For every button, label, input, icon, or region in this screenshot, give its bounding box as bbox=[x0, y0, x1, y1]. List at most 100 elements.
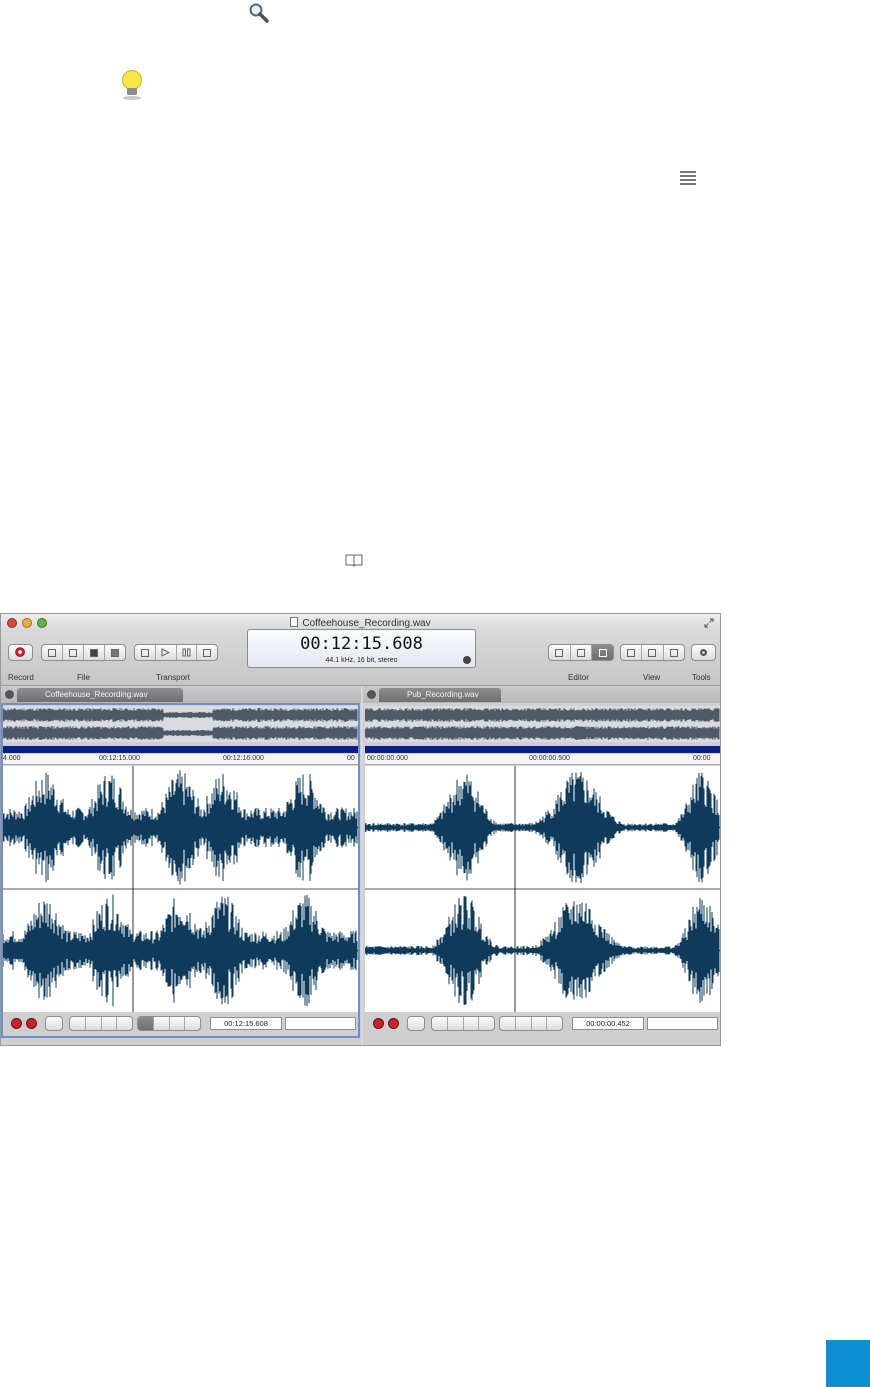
gear-icon bbox=[700, 649, 707, 656]
right-ruler-tick: 00:00 bbox=[693, 755, 711, 762]
window-title-text: Coffeehouse_Recording.wav bbox=[302, 618, 431, 629]
view-left-button[interactable] bbox=[621, 645, 643, 660]
search-icon bbox=[249, 3, 269, 23]
right-ruler-tick: 00:00:00.000 bbox=[367, 755, 408, 762]
play-icon bbox=[161, 648, 171, 657]
save-as-button[interactable] bbox=[105, 645, 125, 660]
play-selection-button[interactable] bbox=[135, 645, 156, 660]
left-overview[interactable] bbox=[3, 706, 358, 742]
left-pencil-tool[interactable] bbox=[154, 1017, 170, 1030]
right-waveform[interactable] bbox=[365, 766, 720, 1012]
play-button[interactable] bbox=[156, 645, 177, 660]
right-loop-button[interactable] bbox=[407, 1016, 425, 1031]
right-zoom-tool[interactable] bbox=[532, 1017, 548, 1030]
folder-icon bbox=[69, 648, 77, 657]
left-record-button[interactable] bbox=[26, 1018, 37, 1029]
transport-controls bbox=[134, 644, 218, 661]
left-loop-button[interactable] bbox=[45, 1016, 63, 1031]
right-pane-tools bbox=[499, 1016, 563, 1031]
stop-icon bbox=[203, 648, 212, 657]
fullscreen-icon[interactable] bbox=[704, 618, 714, 628]
left-pane-tools bbox=[137, 1016, 201, 1031]
left-extra-field[interactable] bbox=[285, 1017, 356, 1030]
right-selection-bar[interactable] bbox=[365, 746, 720, 753]
right-tab[interactable]: Pub_Recording.wav bbox=[379, 688, 501, 702]
pause-button[interactable] bbox=[177, 645, 198, 660]
left-fade-tool[interactable] bbox=[185, 1017, 200, 1030]
right-pointer-tool[interactable] bbox=[500, 1017, 516, 1030]
editor-single-button[interactable] bbox=[549, 645, 571, 660]
display-arrow-icon[interactable] bbox=[463, 656, 471, 664]
left-waveform[interactable] bbox=[3, 766, 358, 1012]
left-ruler-tick: 00:12:15.000 bbox=[99, 755, 140, 762]
left-zoom-tool[interactable] bbox=[170, 1017, 186, 1030]
right-overview[interactable] bbox=[365, 706, 720, 742]
new-file-button[interactable] bbox=[42, 645, 63, 660]
left-skip-end-button[interactable] bbox=[86, 1017, 102, 1030]
left-ruler-tick: 00 bbox=[347, 755, 355, 762]
save-icon bbox=[90, 648, 98, 657]
single-view-icon bbox=[555, 648, 564, 657]
menu-icon[interactable] bbox=[677, 168, 699, 188]
file-controls bbox=[41, 644, 126, 661]
right-fade-tool[interactable] bbox=[547, 1017, 562, 1030]
view-right-button[interactable] bbox=[664, 645, 684, 660]
stop-button[interactable] bbox=[197, 645, 217, 660]
left-ruler: 4.000 00:12:15.000 00:12:16.000 00 bbox=[3, 754, 358, 765]
view-right-icon bbox=[669, 648, 678, 657]
left-tab-close-icon[interactable] bbox=[5, 690, 14, 699]
right-stop-record-button[interactable] bbox=[373, 1018, 384, 1029]
view-bottom-button[interactable] bbox=[642, 645, 664, 660]
editor-split-button[interactable] bbox=[592, 645, 613, 660]
record-button[interactable] bbox=[8, 644, 33, 661]
format-readout: 44.1 kHz, 16 bit, stereo bbox=[325, 657, 398, 664]
left-stop-button[interactable] bbox=[102, 1017, 118, 1030]
right-skip-end-button[interactable] bbox=[448, 1017, 464, 1030]
view-left-icon bbox=[627, 648, 636, 657]
record-label: Record bbox=[8, 673, 34, 682]
left-pointer-tool[interactable] bbox=[138, 1017, 154, 1030]
view-label: View bbox=[643, 673, 661, 682]
split-view-icon bbox=[598, 648, 607, 657]
left-play-button[interactable] bbox=[117, 1017, 132, 1030]
tools-label: Tools bbox=[692, 673, 711, 682]
right-record-button[interactable] bbox=[388, 1018, 399, 1029]
right-skip-start-button[interactable] bbox=[432, 1017, 448, 1030]
left-ruler-tick: 4.000 bbox=[3, 755, 21, 762]
time-display: 00:12:15.608 44.1 kHz, 16 bit, stereo bbox=[247, 629, 476, 668]
left-skip-start-button[interactable] bbox=[70, 1017, 86, 1030]
left-position-field[interactable]: 00:12:15.608 bbox=[210, 1017, 282, 1030]
tools-button[interactable] bbox=[691, 644, 716, 661]
left-tab[interactable]: Coffeehouse_Recording.wav bbox=[17, 688, 183, 702]
left-selection-bar[interactable] bbox=[3, 746, 358, 753]
editor-stacked-button[interactable] bbox=[571, 645, 593, 660]
right-play-button[interactable] bbox=[479, 1017, 494, 1030]
right-ruler-tick: 00:00:00.500 bbox=[529, 755, 570, 762]
open-file-button[interactable] bbox=[63, 645, 84, 660]
lightbulb-icon bbox=[122, 70, 142, 100]
window-title: Coffeehouse_Recording.wav bbox=[1, 617, 720, 629]
save-as-icon bbox=[111, 648, 119, 657]
right-extra-field[interactable] bbox=[647, 1017, 718, 1030]
book-icon bbox=[345, 554, 363, 567]
view-bottom-icon bbox=[648, 648, 657, 657]
editor-label: Editor bbox=[568, 673, 589, 682]
left-stop-record-button[interactable] bbox=[11, 1018, 22, 1029]
right-pencil-tool[interactable] bbox=[516, 1017, 532, 1030]
right-pane-transport bbox=[431, 1016, 495, 1031]
left-ruler-tick: 00:12:16.000 bbox=[223, 755, 264, 762]
main-toolbar: 00:12:15.608 44.1 kHz, 16 bit, stereo Re… bbox=[1, 629, 720, 686]
right-tab-bar: Pub_Recording.wav bbox=[363, 686, 720, 703]
left-pane-transport bbox=[69, 1016, 133, 1031]
transport-label: Transport bbox=[156, 673, 190, 682]
right-position-field[interactable]: 00:00:00.452 bbox=[572, 1017, 644, 1030]
right-tab-close-icon[interactable] bbox=[367, 690, 376, 699]
right-pane-toolbar: 00:00:00.452 bbox=[365, 1016, 720, 1032]
editor-controls bbox=[548, 644, 614, 661]
right-stop-button[interactable] bbox=[464, 1017, 480, 1030]
right-editor-pane: Pub_Recording.wav 00:00:00.000 00:00:00.… bbox=[363, 686, 720, 1045]
save-button[interactable] bbox=[84, 645, 105, 660]
right-tab-label: Pub_Recording.wav bbox=[407, 690, 479, 699]
time-readout: 00:12:15.608 bbox=[300, 634, 423, 654]
app-window: Coffeehouse_Recording.wav 00:12:15.608 4… bbox=[0, 613, 721, 1046]
